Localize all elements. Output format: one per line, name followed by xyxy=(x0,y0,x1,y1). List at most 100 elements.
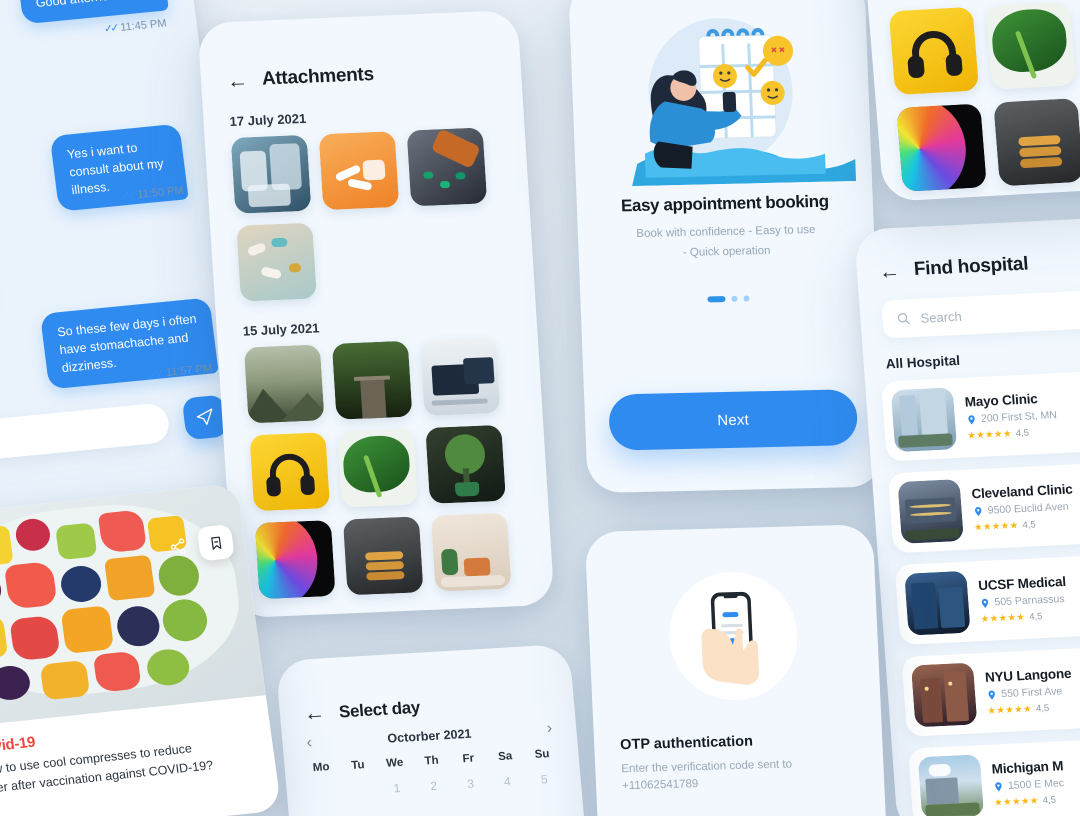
star-rating-icon: ★★★★★ xyxy=(973,519,1019,533)
hospital-thumbnail xyxy=(897,479,964,544)
location-pin-icon xyxy=(968,414,975,424)
onboarding-title: Easy appointment booking xyxy=(620,191,829,216)
attachment-thumb-laptop-desk[interactable] xyxy=(419,337,501,417)
attachment-thumb-mountain-landscape[interactable] xyxy=(243,344,325,424)
hospital-rating: ★★★★★ 4,5 xyxy=(974,517,1076,533)
rating-value: 4,5 xyxy=(1015,427,1030,439)
back-arrow-icon[interactable]: ← xyxy=(226,69,248,93)
star-rating-icon: ★★★★★ xyxy=(966,427,1013,442)
location-pin-icon xyxy=(981,598,989,608)
location-pin-icon xyxy=(995,781,1002,791)
attachment-thumb-yellow-headphones[interactable] xyxy=(249,432,331,512)
hospital-thumbnail xyxy=(890,387,958,453)
rating-value: 4,5 xyxy=(1028,610,1043,623)
hospital-rating: ★★★★★ 4,5 xyxy=(994,794,1066,808)
calendar-day-name: Mo xyxy=(312,761,330,775)
chevron-right-icon[interactable]: › xyxy=(546,720,553,738)
rating-value: 4,5 xyxy=(1035,702,1050,714)
attachment-thumb-living-room[interactable] xyxy=(430,512,512,592)
gallery-thumb-yellow-headphones[interactable] xyxy=(888,6,980,96)
send-icon xyxy=(196,408,213,425)
hospital-thumbnail xyxy=(904,570,971,636)
chat-message-input[interactable]: e message... xyxy=(0,402,171,473)
rating-value: 4,5 xyxy=(1022,518,1037,531)
hospital-list-item[interactable]: UCSF Medical 505 Parnassus ★★★★★ 4,5 xyxy=(894,552,1080,646)
page-title: Attachments xyxy=(261,63,375,90)
hospital-address: 550 First Ave xyxy=(986,684,1073,701)
attachment-thumb-pill-bottle-green[interactable] xyxy=(406,127,488,207)
star-rating-icon: ★★★★★ xyxy=(993,794,1040,809)
attachment-thumb-orange-capsules[interactable] xyxy=(318,131,400,211)
attachment-thumb-forest-bridge[interactable] xyxy=(331,340,413,420)
share-icon[interactable] xyxy=(168,537,188,557)
hospital-name: Michigan M xyxy=(991,757,1064,777)
hospital-rating: ★★★★★ 4,5 xyxy=(967,426,1059,441)
search-placeholder: Search xyxy=(919,308,963,326)
attachment-thumb-potted-topiary[interactable] xyxy=(425,424,506,504)
otp-authentication-screen: OTP authentication Enter the verificatio… xyxy=(584,524,888,816)
gallery-screen xyxy=(860,0,1080,202)
search-input[interactable]: Search xyxy=(881,288,1080,339)
calendar-day-name: Fr xyxy=(462,752,475,766)
otp-illustration-wrap xyxy=(666,570,801,702)
calendar-day-cell[interactable]: 4 xyxy=(488,774,526,790)
hospital-name: NYU Langone xyxy=(984,665,1072,685)
calendar-day-name: Tu xyxy=(350,759,366,772)
pagination-dot-active[interactable] xyxy=(707,296,726,303)
mockup-canvas: Good afternoon, Doc ✓✓ 11:45 PM on too, … xyxy=(0,0,1080,816)
attachment-grid xyxy=(205,126,535,303)
gallery-thumb-monstera-leaf[interactable] xyxy=(985,1,1077,90)
double-check-icon: ✓✓ xyxy=(103,22,118,36)
find-hospital-screen: ← Find hospital Search All Hospital Mayo… xyxy=(853,215,1080,816)
hospital-rating: ★★★★★ 4,5 xyxy=(980,609,1068,625)
attachment-grid xyxy=(218,335,554,600)
gallery-thumb-pancake-stack[interactable] xyxy=(993,97,1080,187)
otp-title: OTP authentication xyxy=(619,733,754,754)
search-icon xyxy=(897,313,910,325)
calendar-day-cell[interactable] xyxy=(341,782,379,798)
pagination-dot[interactable] xyxy=(743,295,750,302)
section-label-all-hospital: All Hospital xyxy=(885,352,961,372)
hospital-list-item[interactable]: NYU Langone 550 First Ave ★★★★★ 4,5 xyxy=(901,644,1080,737)
attachment-thumb-rainbow-bubble[interactable] xyxy=(254,520,336,600)
article-actions xyxy=(167,524,235,564)
calendar-day-cell[interactable]: 1 xyxy=(378,780,416,796)
calendar-day-cell[interactable] xyxy=(304,784,342,800)
calendar-day-cell[interactable]: 3 xyxy=(452,776,490,792)
gallery-grid xyxy=(861,0,1080,193)
hospital-list-item[interactable]: Mayo Clinic 200 First St, MN ★★★★★ 4,5 xyxy=(881,369,1080,462)
chat-bubble-outgoing: Yes i want to consult about my illness. xyxy=(49,123,189,213)
hospital-list-item[interactable]: Michigan M 1500 E Mec ★★★★★ 4,5 xyxy=(908,736,1080,816)
pagination-dot[interactable] xyxy=(731,295,738,302)
back-arrow-icon[interactable]: ← xyxy=(303,701,326,725)
star-rating-icon: ★★★★★ xyxy=(987,703,1033,717)
attachment-date-label: 17 July 2021 xyxy=(229,110,307,129)
chevron-left-icon[interactable]: ‹ xyxy=(306,734,313,752)
attachment-thumb-blister-pack-pills[interactable] xyxy=(230,134,312,214)
bookmark-button[interactable] xyxy=(196,524,235,562)
attachment-thumb-pancake-stack[interactable] xyxy=(342,516,424,596)
back-arrow-icon[interactable]: ← xyxy=(878,259,901,283)
next-button[interactable]: Next xyxy=(608,389,859,451)
article-photo-fruit-salad xyxy=(0,483,266,728)
calendar-day-cell[interactable]: 5 xyxy=(525,771,563,787)
hospital-name: Mayo Clinic xyxy=(964,390,1039,410)
attachment-thumb-scattered-tablets[interactable] xyxy=(236,222,317,302)
covid-article-card[interactable]: Covid-19 How to use cool compresses to r… xyxy=(0,483,282,816)
star-rating-icon: ★★★★★ xyxy=(980,611,1026,625)
calendar-day-cell[interactable]: 2 xyxy=(415,778,453,794)
hospital-address: 9500 Euclid Aven xyxy=(972,500,1074,518)
attachment-thumb-monstera-leaf[interactable] xyxy=(337,428,419,508)
appointment-booking-illustration xyxy=(632,18,857,187)
hospital-thumbnail xyxy=(910,662,978,728)
onboarding-screen: Easy appointment booking Book with confi… xyxy=(568,0,884,494)
hospital-list-item[interactable]: Cleveland Clinic 9500 Euclid Aven ★★★★★ … xyxy=(887,460,1080,554)
gallery-thumb-rainbow-bubble[interactable] xyxy=(896,103,987,192)
bookmark-icon xyxy=(210,536,221,550)
calendar-day-name: We xyxy=(385,756,404,770)
hospital-name: Cleveland Clinic xyxy=(970,481,1074,501)
rating-value: 4,5 xyxy=(1042,794,1057,806)
page-title: Find hospital xyxy=(913,253,1029,281)
hospital-address: 1500 E Mec xyxy=(993,777,1065,793)
chat-timestamp: ✓✓ 11:45 PM xyxy=(103,16,168,36)
